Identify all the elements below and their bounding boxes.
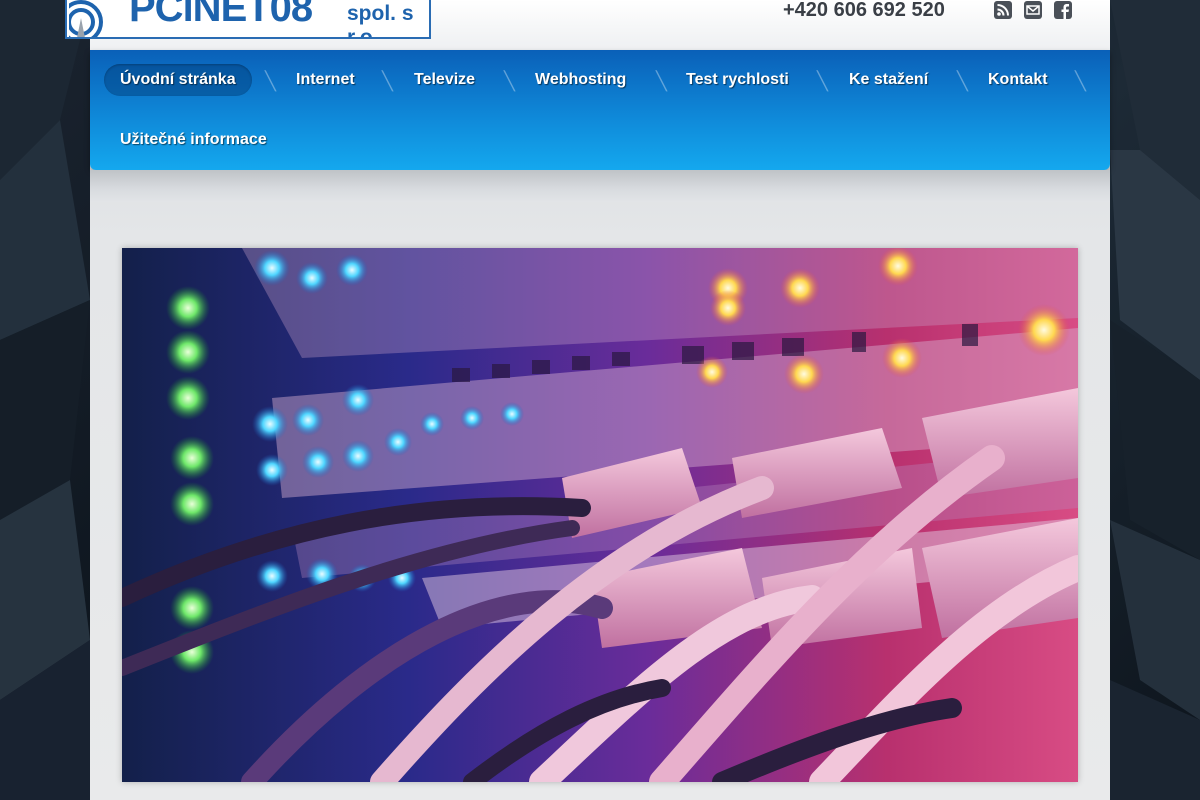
page-container: PCiNET08 spol. s r.o. +420 606 692 520 Ú…	[65, 0, 1110, 800]
nav-separator: ╲	[504, 71, 515, 91]
site-logo[interactable]: PCiNET08 spol. s r.o.	[65, 0, 431, 39]
nav-separator: ╲	[265, 71, 276, 91]
nav-separator: ╲	[382, 71, 393, 91]
logo-suffix: spol. s r.o.	[347, 2, 414, 39]
facebook-icon[interactable]	[1053, 0, 1073, 20]
rss-icon[interactable]	[993, 0, 1013, 20]
hero-image	[122, 248, 1078, 782]
nav-separator: ╲	[1075, 71, 1086, 91]
logo-antenna-icon	[69, 0, 103, 37]
nav-item-home[interactable]: Úvodní stránka	[104, 64, 252, 96]
nav-separator: ╲	[817, 71, 828, 91]
nav-item-televize[interactable]: Televize	[398, 64, 491, 96]
main-navigation: Úvodní stránka ╲ Internet ╲ Televize ╲ W…	[90, 50, 1110, 170]
nav-item-contact[interactable]: Kontakt	[972, 64, 1064, 96]
header-bar: PCiNET08 spol. s r.o. +420 606 692 520	[65, 0, 1110, 50]
logo-name: PCiNET08	[129, 0, 313, 30]
nav-item-webhosting[interactable]: Webhosting	[519, 64, 642, 96]
mail-icon[interactable]	[1023, 0, 1043, 20]
nav-shadow	[90, 170, 1110, 202]
nav-item-speed-test[interactable]: Test rychlosti	[670, 64, 805, 96]
nav-item-useful-info[interactable]: Užitečné informace	[104, 124, 283, 156]
nav-item-internet[interactable]: Internet	[280, 64, 371, 96]
nav-item-downloads[interactable]: Ke stažení	[833, 64, 944, 96]
nav-separator: ╲	[957, 71, 968, 91]
network-switch-photo	[122, 248, 1078, 782]
social-links	[993, 0, 1073, 20]
nav-separator: ╲	[656, 71, 667, 91]
phone-number: +420 606 692 520	[783, 0, 945, 21]
